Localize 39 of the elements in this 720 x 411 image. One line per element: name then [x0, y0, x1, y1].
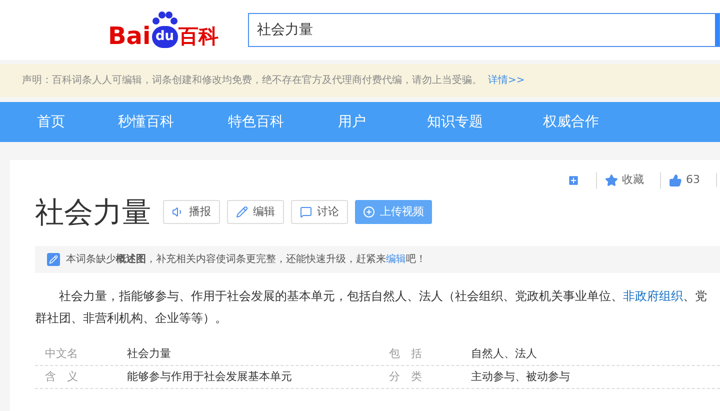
pencil-icon	[47, 253, 60, 266]
info-value: 主动参与、被动参与	[471, 368, 570, 385]
notice-text: 声明：百科词条人人可编辑，词条创建和修改均免费，绝不存在官方及代理商付费代编，请勿上当受骗。	[22, 74, 482, 88]
info-label: 包 括	[389, 346, 423, 362]
nav-item[interactable]: 知识专题	[427, 112, 543, 132]
pencil-icon	[236, 206, 248, 218]
info-label: 含 义	[45, 368, 79, 385]
action-button[interactable]: 播报	[163, 200, 220, 224]
nav-item[interactable]: 权威合作	[543, 112, 643, 132]
speaker-icon	[172, 206, 184, 218]
entry-title: 社会力量	[35, 194, 151, 230]
info-value: 能够参与作用于社会发展基本单元	[127, 368, 293, 385]
nav-item[interactable]: 秒懂百科	[118, 112, 228, 132]
action-button[interactable]: 编辑	[227, 200, 284, 224]
ngo-link[interactable]: 非政府组织	[623, 289, 683, 303]
paragraph-text: 、党	[683, 289, 707, 303]
details-link[interactable]: 详情>>	[488, 73, 525, 88]
tip-text-end: 吧！	[406, 253, 426, 267]
nav-item[interactable]: 首页	[37, 112, 118, 132]
toolbar-label[interactable]: 63	[686, 172, 700, 188]
chat-icon	[300, 206, 312, 218]
plus-square-icon[interactable]	[567, 174, 580, 187]
action-button[interactable]: 讨论	[291, 200, 348, 224]
paragraph-text: 社会力量，指能够参与、作用于社会发展的基本单元，包括自然人、法人（社会组织、党政机关事业单位、	[59, 289, 623, 303]
info-value: 社会力量	[127, 346, 172, 362]
nav-item[interactable]: 特色百科	[228, 112, 338, 132]
toolbar-label[interactable]: 收藏	[622, 172, 644, 188]
thumbs-up-icon[interactable]	[669, 174, 682, 187]
star-icon[interactable]	[605, 174, 618, 187]
search-field[interactable]: 社会力量	[248, 13, 720, 47]
paragraph-text: 群社团、非营利机构、企业等等）。	[35, 310, 228, 327]
info-label: 分 类	[389, 368, 423, 385]
info-value: 自然人、法人	[471, 346, 537, 362]
nav-item[interactable]: 用户	[338, 112, 427, 132]
action-button[interactable]: 上传视频	[355, 200, 432, 224]
info-label: 中文名	[45, 346, 79, 362]
tip-text: 本词条缺少概述图，补充相关内容使词条更完整，还能快速升级，赶紧来	[66, 252, 386, 267]
edit-link[interactable]: 编辑	[386, 252, 406, 267]
plus-circle-icon	[363, 206, 375, 218]
